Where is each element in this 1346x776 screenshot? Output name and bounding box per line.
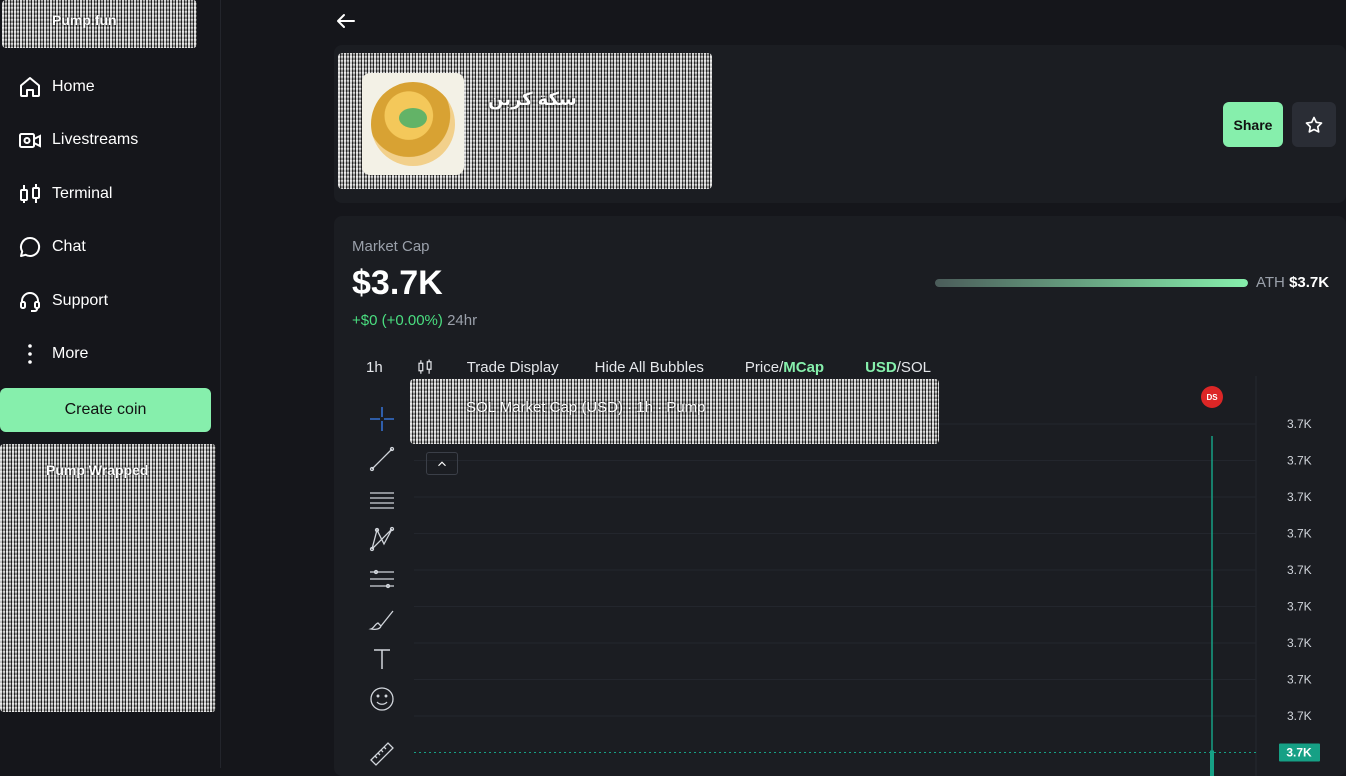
token-image xyxy=(362,73,464,175)
trade-display-toggle[interactable]: Trade Display xyxy=(467,359,559,376)
token-info: سكة كربن xyxy=(338,53,712,189)
token-name: سكة كربن xyxy=(488,89,577,110)
sidebar-nav: Home Livestreams Terminal Chat Support M… xyxy=(0,60,221,381)
smiley-icon xyxy=(368,685,396,713)
brush-icon xyxy=(368,605,396,633)
star-icon xyxy=(1304,115,1324,135)
share-button[interactable]: Share xyxy=(1223,102,1283,147)
candle xyxy=(1210,751,1214,776)
sidebar-item-label: Livestreams xyxy=(52,131,138,149)
candlestick-icon xyxy=(416,358,434,376)
currency-toggle[interactable]: USD/SOL xyxy=(865,359,931,376)
sidebar-item-label: Terminal xyxy=(52,185,112,203)
sidebar-item-support[interactable]: Support xyxy=(0,274,221,328)
pattern-tool[interactable] xyxy=(364,521,400,557)
sidebar-item-terminal[interactable]: Terminal xyxy=(0,167,221,221)
market-cap-label: Market Cap xyxy=(352,238,430,255)
sidebar-item-label: Support xyxy=(52,292,108,310)
chart-legend-text: SOL Market Cap (USD) · 1h · Pump xyxy=(466,399,706,416)
crosshair-tool[interactable] xyxy=(364,401,400,437)
collapse-legend-button[interactable] xyxy=(426,452,458,475)
measure-tool[interactable] xyxy=(364,736,400,772)
y-tick-label: 3.7K xyxy=(1287,563,1312,577)
change-value: +$0 (+0.00%) xyxy=(352,312,443,329)
change-period: 24hr xyxy=(447,312,477,329)
ruler-icon xyxy=(368,740,396,768)
favorite-button[interactable] xyxy=(1292,102,1336,147)
sidebar-item-livestreams[interactable]: Livestreams xyxy=(0,114,221,168)
y-tick-label: 3.7K xyxy=(1287,673,1312,687)
ath-value: $3.7K xyxy=(1289,274,1329,291)
y-tick-label: 3.7K xyxy=(1287,490,1312,504)
y-tick-label: 3.7K xyxy=(1287,709,1312,723)
horizontal-lines-tool[interactable] xyxy=(364,481,400,517)
interval-selector[interactable]: 1h xyxy=(366,359,383,376)
chart-legend: SOL Market Cap (USD) · 1h · Pump xyxy=(410,379,939,444)
more-vertical-icon xyxy=(18,342,42,366)
sidebar-item-more[interactable]: More xyxy=(0,328,221,382)
trend-line-tool[interactable] xyxy=(364,441,400,477)
chart-card: Market Cap $3.7K +$0 (+0.00%) 24hr ATH $… xyxy=(334,216,1346,776)
y-tick-label: 3.7K xyxy=(1287,417,1312,431)
chat-bubble-icon xyxy=(18,235,42,259)
horizontal-lines-icon xyxy=(368,485,396,513)
logo-text: Pump.fun xyxy=(52,12,117,28)
trend-line-icon xyxy=(368,445,396,473)
candlestick-icon xyxy=(18,182,42,206)
text-icon xyxy=(368,645,396,673)
sidebar-item-home[interactable]: Home xyxy=(0,60,221,114)
back-button[interactable] xyxy=(334,9,358,33)
arrow-left-icon xyxy=(334,9,358,33)
y-tick-label: 3.7K xyxy=(1287,636,1312,650)
sidebar-item-label: Chat xyxy=(52,238,86,256)
coin-graphic xyxy=(371,82,455,166)
sol-option: /SOL xyxy=(897,359,931,376)
market-cap-change: +$0 (+0.00%) 24hr xyxy=(352,312,477,329)
pattern-icon xyxy=(368,525,396,553)
chart-type-button[interactable] xyxy=(416,358,434,376)
market-cap-value: $3.7K xyxy=(352,264,443,303)
ath-readout: ATH $3.7K xyxy=(1256,274,1329,291)
y-tick-label: 3.7K xyxy=(1287,527,1312,541)
token-header: سكة كربن Share xyxy=(334,45,1346,203)
promo-card[interactable]: Pump Wrapped xyxy=(0,444,216,712)
current-price-label: 3.7K xyxy=(1286,746,1312,760)
y-tick-label: 3.7K xyxy=(1287,600,1312,614)
video-icon xyxy=(18,128,42,152)
sidebar-item-chat[interactable]: Chat xyxy=(0,221,221,275)
sidebar-item-label: Home xyxy=(52,78,95,96)
ath-progress-bar xyxy=(935,279,1248,287)
trade-bubble-label: DS xyxy=(1206,393,1218,402)
fib-retracement-icon xyxy=(368,565,396,593)
brush-tool[interactable] xyxy=(364,601,400,637)
promo-title: Pump Wrapped xyxy=(46,462,148,478)
hide-bubbles-toggle[interactable]: Hide All Bubbles xyxy=(595,359,704,376)
ath-progress-fill xyxy=(935,279,1248,287)
chevron-up-icon xyxy=(435,457,449,471)
fib-tool[interactable] xyxy=(364,561,400,597)
price-option: Price/ xyxy=(745,359,783,376)
text-tool[interactable] xyxy=(364,641,400,677)
logo[interactable]: Pump.fun xyxy=(2,0,197,48)
ath-label: ATH xyxy=(1256,274,1285,291)
usd-option: USD xyxy=(865,359,897,376)
crosshair-icon xyxy=(368,405,396,433)
price-mcap-toggle[interactable]: Price/MCap xyxy=(745,359,824,376)
mcap-option: MCap xyxy=(783,359,824,376)
create-coin-button[interactable]: Create coin xyxy=(0,388,211,432)
chart-toolbar: 1h Trade Display Hide All Bubbles Price/… xyxy=(352,356,931,378)
home-icon xyxy=(18,75,42,99)
headset-icon xyxy=(18,289,42,313)
sidebar: Pump.fun Home Livestreams Terminal Chat … xyxy=(0,0,221,768)
sidebar-item-label: More xyxy=(52,345,88,363)
emoji-tool[interactable] xyxy=(364,681,400,717)
y-tick-label: 3.7K xyxy=(1287,454,1312,468)
